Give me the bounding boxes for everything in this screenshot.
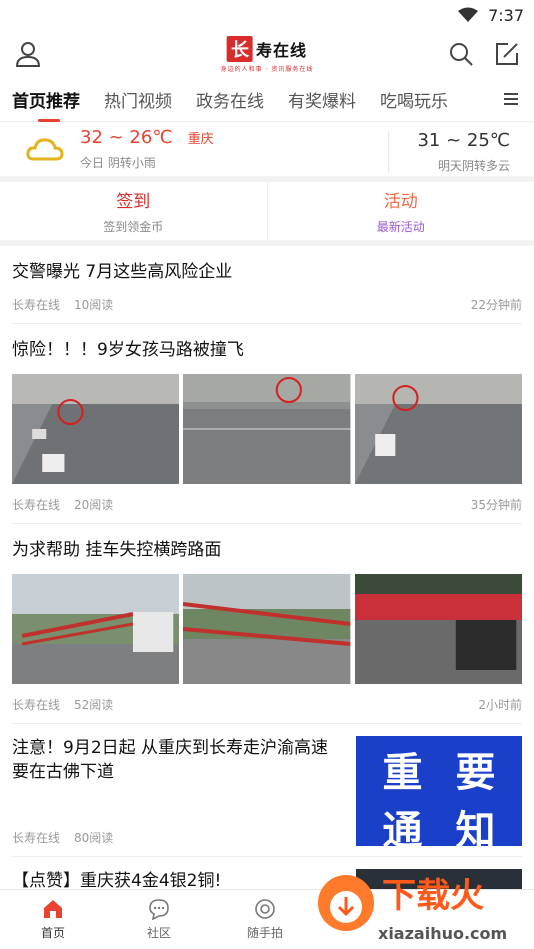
weather-panel[interactable]: 32 ~ 26℃ 重庆 今日 阴转小雨 31 ~ 25℃ 明天阴转多云 [0,122,534,182]
tab-videos[interactable]: 热门视频 [104,87,172,112]
list-item[interactable]: 惊险！！！9岁女孩马路被撞飞 长寿在线 20阅读 35分钟前 [12,324,522,524]
watermark-small-text: xiazaihuo.com [378,924,507,943]
tab-reports[interactable]: 有奖爆料 [288,87,356,112]
nav-snapshot[interactable]: 随手拍 [212,890,318,949]
article-image [12,574,180,684]
nav-home-label: 首页 [40,926,65,940]
article-meta: 长寿在线 52阅读 2小时前 [12,696,522,713]
nav-snapshot-label: 随手拍 [246,926,283,940]
status-bar: 7:37 [0,0,534,30]
list-item[interactable]: 注意！9月2日起 从重庆到长寿走沪渝高速要在古佛下道 长寿在线 80阅读 重 要… [12,724,522,857]
app-header: 长 寿在线 身边的人和事 · 资讯服务在线 [0,30,534,78]
article-reads: 10阅读 [74,298,114,312]
watermark-logo: 下载火 xiazaihuo.com [318,875,507,943]
cloud-icon [26,138,64,161]
notice-char: 知 [455,808,496,854]
article-title: 为求帮助 挂车失控横跨路面 [12,540,222,560]
weather-divider [388,132,389,172]
user-icon[interactable] [14,40,42,68]
article-title: 交警曝光 7月这些高风险企业 [12,262,233,282]
logo-text: 寿在线 [255,41,308,60]
search-icon[interactable] [448,41,474,67]
nav-community[interactable]: 社区 [106,890,212,949]
weather-today: 32 ~ 26℃ 重庆 今日 阴转小雨 [80,127,214,171]
article-images [12,574,522,684]
status-time: 7:37 [488,5,524,25]
article-reads: 20阅读 [74,498,114,512]
chat-icon [149,899,169,920]
category-tabs: 首页推荐 热门视频 政务在线 有奖爆料 吃喝玩乐 [0,78,534,122]
logo-slogan: 身边的人和事 · 资讯服务在线 [220,66,314,73]
activity-button[interactable]: 活动 最新活动 [266,182,534,240]
article-reads: 80阅读 [74,831,114,845]
article-time: 2小时前 [478,698,522,712]
checkin-button[interactable]: 签到 签到领金币 [0,182,267,240]
article-time: 22分钟前 [470,298,522,312]
camera-icon [255,899,275,919]
tab-government[interactable]: 政务在线 [196,87,264,112]
weather-city: 重庆 [187,132,214,147]
article-source: 长寿在线 [12,698,61,712]
article-source: 长寿在线 [12,831,61,845]
article-images [12,374,522,484]
watermark-big-text: 下载火 [382,876,484,916]
checkin-sub: 签到领金币 [103,220,164,234]
article-image [183,374,351,484]
weather-tomorrow: 31 ~ 25℃ 明天阴转多云 [417,130,510,174]
article-source: 长寿在线 [12,498,61,512]
article-image [354,574,522,684]
article-source: 长寿在线 [12,298,61,312]
today-temp: 32 ~ 26℃ [80,127,173,148]
notice-image: 重 要 通 知 [356,736,522,854]
article-meta: 长寿在线 10阅读 22分钟前 [12,296,522,313]
activity-sub: 最新活动 [376,220,425,234]
article-reads: 52阅读 [74,698,114,712]
menu-icon[interactable] [502,90,520,108]
notice-char: 要 [455,750,496,796]
nav-home[interactable]: 首页 [0,890,106,949]
article-meta: 长寿在线 80阅读 [12,829,342,846]
tomorrow-desc: 明天阴转多云 [437,159,510,173]
article-title: 惊险！！！9岁女孩马路被撞飞 [12,340,244,360]
list-item[interactable]: 为求帮助 挂车失控横跨路面 长寿在线 52阅读 2小时前 [12,524,522,724]
article-meta: 长寿在线 20阅读 35分钟前 [12,496,522,513]
wifi-icon [458,7,479,22]
article-image [12,374,180,484]
tab-recommend[interactable]: 首页推荐 [12,87,80,122]
app-logo: 长 寿在线 身边的人和事 · 资讯服务在线 [221,36,314,73]
tomorrow-temp: 31 ~ 25℃ [417,130,510,151]
article-image [183,574,351,684]
list-item[interactable]: 交警曝光 7月这些高风险企业 长寿在线 10阅读 22分钟前 [12,246,522,324]
notice-char: 重 [382,750,423,796]
tab-food-fun[interactable]: 吃喝玩乐 [380,87,448,112]
article-time: 35分钟前 [470,498,522,512]
news-feed: 交警曝光 7月这些高风险企业 长寿在线 10阅读 22分钟前 惊险！！！9岁女孩… [0,246,534,921]
notice-char: 通 [382,808,423,854]
nav-community-label: 社区 [146,926,171,940]
home-icon [44,900,62,918]
compose-icon[interactable] [494,41,520,67]
checkin-title: 签到 [116,192,151,212]
activity-title: 活动 [383,192,418,212]
logo-mark: 长 [226,36,253,62]
article-image [354,374,522,484]
article-title: 注意！9月2日起 从重庆到长寿走沪渝高速要在古佛下道 [12,738,329,782]
quick-actions: 签到 签到领金币 活动 最新活动 [0,182,534,246]
today-desc: 今日 阴转小雨 [80,156,156,170]
